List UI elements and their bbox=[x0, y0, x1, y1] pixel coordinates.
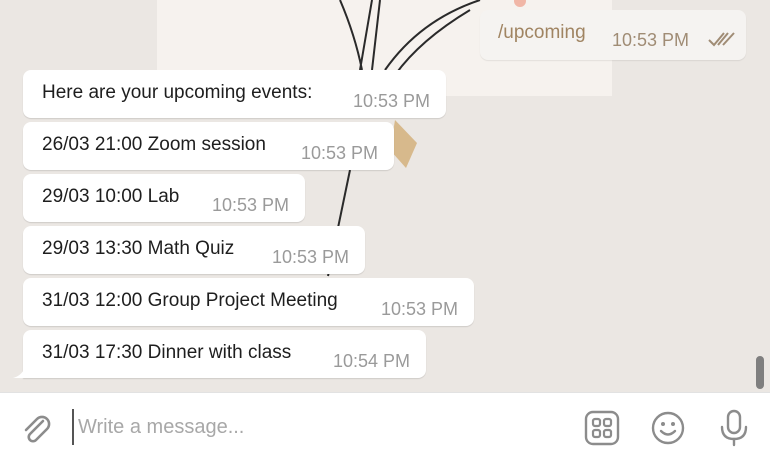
incoming-message[interactable]: 29/03 13:30 Math Quiz 10:53 PM bbox=[23, 226, 365, 274]
bubble-tail-icon bbox=[13, 368, 25, 378]
message-time: 10:53 PM bbox=[271, 247, 349, 267]
message-time: 10:53 PM bbox=[300, 143, 378, 163]
commands-grid-icon[interactable] bbox=[584, 410, 620, 446]
message-text: 29/03 10:00 Lab bbox=[42, 186, 180, 207]
message-text: 26/03 21:00 Zoom session bbox=[42, 134, 266, 155]
outgoing-message[interactable]: /upcoming 10:53 PM bbox=[480, 10, 746, 60]
message-composer bbox=[0, 392, 770, 463]
message-input[interactable] bbox=[72, 409, 558, 445]
message-text: 31/03 17:30 Dinner with class bbox=[42, 342, 292, 363]
message-time: 10:54 PM bbox=[332, 351, 410, 371]
outgoing-message-text: /upcoming bbox=[498, 22, 586, 43]
message-text: 29/03 13:30 Math Quiz bbox=[42, 238, 235, 259]
message-text: Here are your upcoming events: bbox=[42, 82, 313, 103]
microphone-icon[interactable] bbox=[716, 409, 752, 447]
incoming-message[interactable]: Here are your upcoming events: 10:53 PM bbox=[23, 70, 446, 118]
incoming-message[interactable]: 31/03 12:00 Group Project Meeting 10:53 … bbox=[23, 278, 474, 326]
paperclip-icon[interactable] bbox=[18, 411, 54, 447]
incoming-message[interactable]: 29/03 10:00 Lab 10:53 PM bbox=[23, 174, 305, 222]
chat-area: /upcoming 10:53 PM Here are your upcomin… bbox=[0, 0, 770, 392]
incoming-message[interactable]: 26/03 21:00 Zoom session 10:53 PM bbox=[23, 122, 394, 170]
message-text: 31/03 12:00 Group Project Meeting bbox=[42, 290, 338, 311]
double-check-icon bbox=[708, 32, 735, 47]
message-time: 10:53 PM bbox=[380, 299, 458, 319]
chat-scrollbar[interactable] bbox=[756, 356, 764, 389]
message-time: 10:53 PM bbox=[211, 195, 289, 215]
message-time: 10:53 PM bbox=[352, 91, 430, 111]
incoming-message[interactable]: 31/03 17:30 Dinner with class 10:54 PM bbox=[23, 330, 426, 378]
outgoing-message-time: 10:53 PM bbox=[612, 30, 690, 50]
emoji-icon[interactable] bbox=[650, 410, 686, 446]
